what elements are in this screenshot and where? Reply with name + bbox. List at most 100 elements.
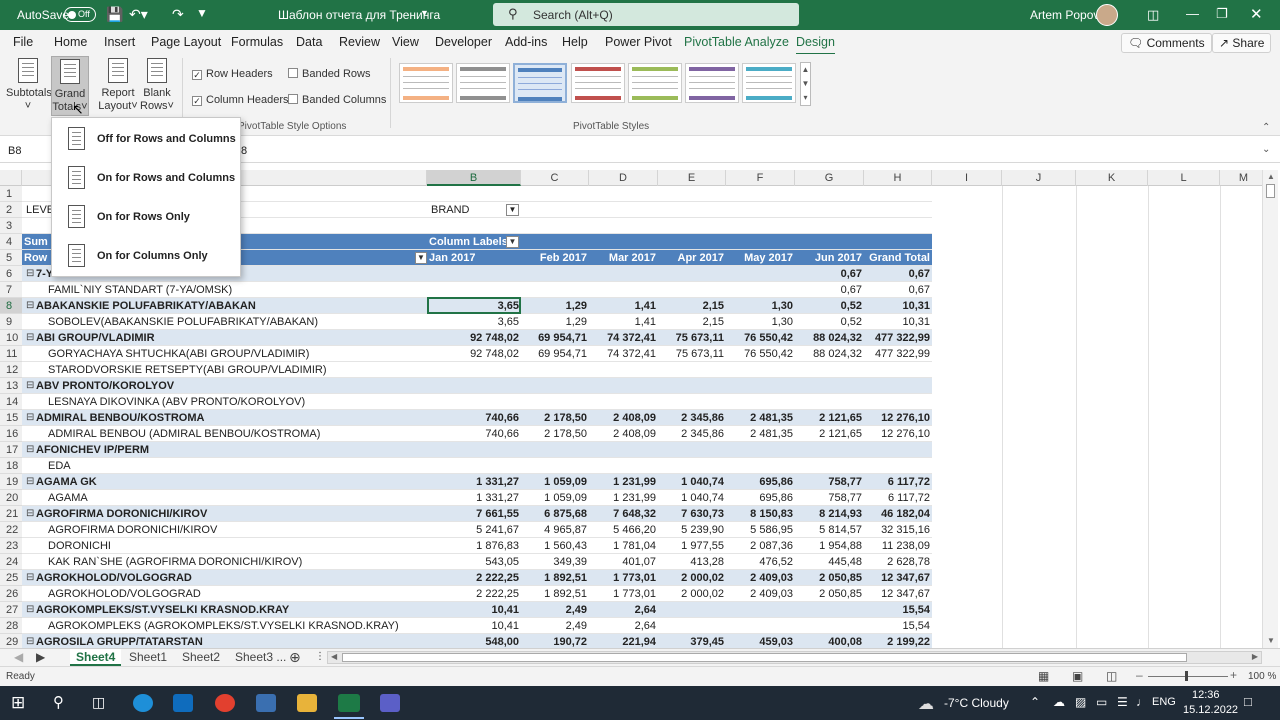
value-cell[interactable]: 75 673,11 — [658, 346, 724, 362]
value-cell[interactable]: 1 040,74 — [658, 474, 724, 490]
filter-icon[interactable]: ▼ — [506, 204, 519, 216]
next-sheet-icon[interactable]: ▶ — [36, 649, 45, 666]
grand-total-cell[interactable]: 0,67 — [864, 282, 930, 298]
minimize-icon[interactable]: — — [1186, 6, 1199, 21]
value-cell[interactable] — [429, 442, 519, 458]
column-header-c[interactable]: C — [521, 170, 589, 186]
row-label[interactable]: FAMIL`NIY STANDART (7-YA/OMSK) — [48, 282, 426, 298]
row-headers-checkbox[interactable]: ✓ Row Headers — [192, 68, 273, 80]
value-cell[interactable]: 695,86 — [726, 490, 793, 506]
value-cell[interactable]: 5 239,90 — [658, 522, 724, 538]
row-header[interactable]: 22 — [0, 522, 22, 538]
normal-view-icon[interactable]: ▦ — [1038, 669, 1049, 683]
tab-file[interactable]: File — [13, 35, 33, 49]
value-cell[interactable]: 76 550,42 — [726, 330, 793, 346]
horizontal-scrollbar[interactable]: ◀ ▶ — [327, 651, 1262, 664]
value-cell[interactable]: 2 000,02 — [658, 586, 724, 602]
value-cell[interactable] — [521, 378, 587, 394]
value-cell[interactable]: 92 748,02 — [429, 346, 519, 362]
save-icon[interactable]: 💾 — [106, 6, 123, 23]
prev-sheet-icon[interactable]: ◀ — [14, 649, 23, 666]
comments-button[interactable]: 🗨 Comments — [1121, 33, 1212, 53]
column-filter-icon[interactable]: ▼ — [506, 236, 519, 248]
value-cell[interactable]: 5 241,67 — [429, 522, 519, 538]
restore-icon[interactable]: ❐ — [1216, 6, 1228, 22]
value-cell[interactable]: 758,77 — [795, 474, 862, 490]
value-cell[interactable] — [429, 394, 519, 410]
pivot-style-1[interactable] — [399, 63, 453, 103]
row-header[interactable]: 10 — [0, 330, 22, 346]
value-cell[interactable]: 2 050,85 — [795, 570, 862, 586]
row-header[interactable]: 20 — [0, 490, 22, 506]
value-cell[interactable] — [795, 602, 862, 618]
value-cell[interactable] — [429, 266, 519, 282]
value-cell[interactable]: 1,41 — [589, 298, 656, 314]
value-cell[interactable]: 92 748,02 — [429, 330, 519, 346]
tab-options-icon[interactable]: ⋮ — [315, 649, 325, 666]
value-cell[interactable]: 1 231,99 — [589, 474, 656, 490]
close-icon[interactable]: ✕ — [1250, 5, 1263, 23]
value-cell[interactable]: 2 178,50 — [521, 426, 587, 442]
value-cell[interactable]: 1 977,55 — [658, 538, 724, 554]
grand-total-cell[interactable] — [864, 442, 930, 458]
ribbon-display-icon[interactable]: ◫ — [1147, 7, 1159, 23]
value-cell[interactable]: 8 150,83 — [726, 506, 793, 522]
value-cell[interactable] — [726, 602, 793, 618]
row-header[interactable]: 23 — [0, 538, 22, 554]
value-cell[interactable]: 88 024,32 — [795, 346, 862, 362]
value-cell[interactable] — [795, 618, 862, 634]
collapse-ribbon-icon[interactable]: ⌃ — [1262, 122, 1270, 133]
undo-icon[interactable]: ↶▾ — [129, 6, 148, 23]
row-filter-icon[interactable]: ▼ — [415, 252, 427, 264]
value-cell[interactable]: 1 876,83 — [429, 538, 519, 554]
row-header[interactable]: 18 — [0, 458, 22, 474]
row-header[interactable]: 15 — [0, 410, 22, 426]
value-cell[interactable] — [429, 362, 519, 378]
value-cell[interactable] — [726, 442, 793, 458]
teams-icon[interactable] — [380, 694, 400, 712]
value-cell[interactable]: 1 059,09 — [521, 490, 587, 506]
row-header[interactable]: 17 — [0, 442, 22, 458]
value-cell[interactable]: 2 178,50 — [521, 410, 587, 426]
value-cell[interactable]: 69 954,71 — [521, 330, 587, 346]
value-cell[interactable]: 1 231,99 — [589, 490, 656, 506]
value-cell[interactable]: 2 481,35 — [726, 410, 793, 426]
row-label[interactable]: ADMIRAL BENBOU (ADMIRAL BENBOU/KOSTROMA) — [48, 426, 426, 442]
column-header-d[interactable]: D — [589, 170, 658, 186]
value-cell[interactable] — [726, 266, 793, 282]
page-break-view-icon[interactable]: ◫ — [1106, 669, 1117, 683]
grand-total-cell[interactable]: 12 276,10 — [864, 426, 930, 442]
grand-total-cell[interactable]: 15,54 — [864, 618, 930, 634]
value-cell[interactable] — [795, 378, 862, 394]
value-cell[interactable]: 69 954,71 — [521, 346, 587, 362]
subtotals-button[interactable]: Subtotals ˅ — [6, 58, 52, 113]
file-name[interactable]: Шаблон отчета для Тренинга — [278, 8, 440, 22]
battery-icon[interactable]: ▭ — [1096, 695, 1107, 709]
value-cell[interactable]: 10,41 — [429, 602, 519, 618]
row-label[interactable]: ADMIRAL BENBOU/KOSTROMA — [36, 410, 426, 426]
value-cell[interactable] — [658, 458, 724, 474]
column-header-i[interactable]: I — [932, 170, 1002, 186]
value-cell[interactable]: 1 040,74 — [658, 490, 724, 506]
value-cell[interactable]: 2 345,86 — [658, 410, 724, 426]
report-layout-button[interactable]: Report Layout˅ — [97, 58, 139, 113]
zoom-level[interactable]: 100 % — [1248, 671, 1276, 682]
row-label[interactable]: ABI GROUP/VLADIMIR — [36, 330, 426, 346]
value-cell[interactable] — [589, 458, 656, 474]
avatar[interactable] — [1096, 4, 1118, 26]
collapse-icon[interactable]: ⊟ — [26, 602, 36, 618]
value-cell[interactable] — [589, 378, 656, 394]
pivot-style-3-selected[interactable] — [513, 63, 567, 103]
value-cell[interactable]: 349,39 — [521, 554, 587, 570]
value-cell[interactable] — [658, 394, 724, 410]
value-cell[interactable]: 2 000,02 — [658, 570, 724, 586]
row-header[interactable]: 16 — [0, 426, 22, 442]
value-cell[interactable]: 2 121,65 — [795, 410, 862, 426]
tab-view[interactable]: View — [392, 35, 419, 49]
pivot-style-7[interactable] — [742, 63, 796, 103]
column-header-h[interactable]: H — [864, 170, 932, 186]
row-header[interactable]: 24 — [0, 554, 22, 570]
value-cell[interactable]: 2,49 — [521, 602, 587, 618]
grand-total-cell[interactable]: 10,31 — [864, 298, 930, 314]
value-cell[interactable]: 75 673,11 — [658, 330, 724, 346]
